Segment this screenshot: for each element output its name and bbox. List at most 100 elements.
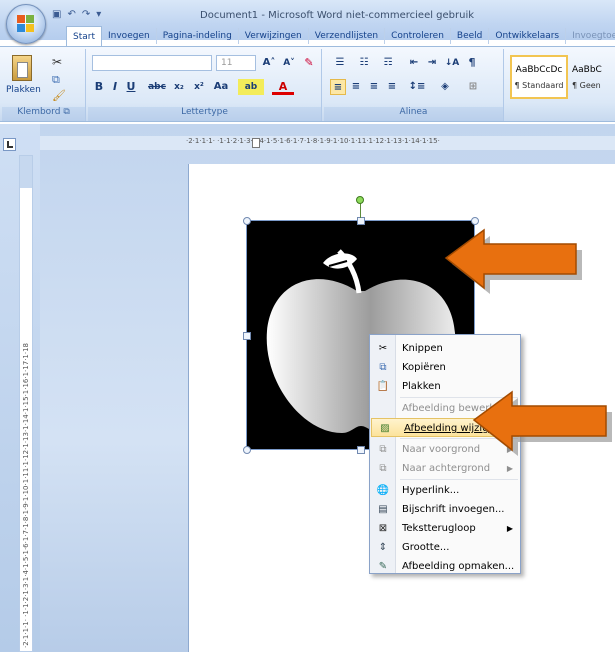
menu-item-knippen[interactable]: ✂ Knippen [370,339,520,358]
submenu-arrow-icon: ▶ [506,464,513,473]
office-button[interactable] [6,4,46,44]
style-geen-preview: AaBbC [572,65,602,75]
customize-qat-icon[interactable]: ▾ [96,9,101,20]
bold-icon[interactable]: B [92,79,106,95]
menu-item-tekstterugloop[interactable]: ⊠ Tekstterugloop ▶ [370,519,520,538]
horizontal-ruler[interactable]: ·2·1·1·1· ·1·1·2·1·3·1·4·1·5·1·6·1·7·1·8… [40,136,615,150]
show-marks-icon[interactable]: ¶ [464,55,480,71]
vertical-ruler[interactable]: ·2·1·1·1· ·1·1·2·1·3·1·4·1·5·1·6·1·7·1·8… [19,155,33,652]
submenu-arrow-icon: ▶ [506,524,513,533]
rotate-handle[interactable] [356,196,364,204]
scissors-icon: ✂ [378,343,388,354]
align-left-icon[interactable]: ≡ [330,79,346,95]
resize-handle-nw[interactable] [243,217,251,225]
highlight-color-icon[interactable]: ab [238,79,264,95]
tab-verzendlijsten[interactable]: Verzendlijsten [309,28,386,44]
menu-item-kopieren[interactable]: ⧉ Kopiëren [370,358,520,377]
vertical-ruler-marks: ·2·1·1·1· ·1·1·2·1·3·1·4·1·5·1·6·1·7·1·8… [22,342,30,648]
style-standaard-preview: AaBbCcDc [515,65,563,75]
font-color-icon[interactable]: A [272,79,294,95]
paste-icon [12,55,32,81]
borders-icon[interactable]: ⊞ [462,79,484,95]
font-name-combo[interactable] [92,55,212,71]
paste-icon: 📋 [376,381,390,392]
format-painter-icon[interactable]: 🖌 [52,89,66,102]
tab-invoegtoepassingen[interactable]: Invoegtoe [566,28,615,44]
menu-item-naar-achtergrond: ⧉ Naar achtergrond ▶ [370,459,520,478]
menu-item-afbeelding-opmaken[interactable]: ✎ Afbeelding opmaken... [370,557,520,576]
styles-group: AaBbCcDc ¶ Standaard AaBbC ¶ Geen [506,49,615,121]
callout-arrow-menu [472,390,612,456]
rotate-stem [360,202,361,218]
increase-indent-icon[interactable]: ⇥ [424,55,440,71]
clear-format-icon[interactable]: ✎ [300,55,318,71]
tab-verwijzingen[interactable]: Verwijzingen [239,28,309,44]
tab-controleren[interactable]: Controleren [385,28,451,44]
redo-icon[interactable]: ↷ [82,9,90,20]
font-group-label: Lettertype [88,107,321,121]
tab-start[interactable]: Start [66,26,102,46]
save-icon[interactable]: ▣ [52,9,61,20]
paragraph-group: ☰ ☷ ☶ ⇤ ⇥ ↓A ¶ ≡ ≡ ≡ ≡ ↕≡ ◈ ⊞ Alinea [324,49,504,121]
style-geen-name: ¶ Geen [572,81,601,90]
resize-handle-sw[interactable] [243,446,251,454]
style-geen-afstand[interactable]: AaBbC ¶ Geen [572,55,615,99]
hyperlink-icon: 🌐 [376,485,390,496]
style-standaard[interactable]: AaBbCcDc ¶ Standaard [510,55,568,99]
font-size-combo[interactable]: 11 [216,55,256,71]
grow-font-icon[interactable]: A˄ [260,55,278,71]
ribbon: Plakken ✂ ⧉ 🖌 Klembord ⧉ 11 A˄ A˅ ✎ B I … [0,46,615,122]
shrink-font-icon[interactable]: A˅ [280,55,298,71]
resize-handle-w[interactable] [243,332,251,340]
tab-invoegen[interactable]: Invoegen [102,28,157,44]
tab-selector-icon[interactable] [3,138,16,151]
multilevel-list-icon[interactable]: ☶ [378,55,398,71]
format-picture-icon: ✎ [378,561,388,572]
align-right-icon[interactable]: ≡ [366,79,382,95]
tab-ontwikkelaars[interactable]: Ontwikkelaars [489,28,567,44]
superscript-icon[interactable]: x² [190,79,208,95]
cut-icon[interactable]: ✂ [52,55,62,69]
align-center-icon[interactable]: ≡ [348,79,364,95]
menu-item-grootte[interactable]: ⇕ Grootte... [370,538,520,557]
dialog-launcher-icon[interactable]: ⧉ [63,107,69,117]
quick-access-toolbar: ▣ ↶ ↷ ▾ [52,6,101,22]
copy-icon[interactable]: ⧉ [52,73,60,87]
justify-icon[interactable]: ≡ [384,79,400,95]
resize-handle-n[interactable] [357,217,365,225]
change-case-icon[interactable]: Aa [210,79,232,95]
callout-arrow-top [444,228,582,294]
strikethrough-icon[interactable]: abc [146,79,168,95]
horizontal-ruler-marks: ·2·1·1·1· ·1·1·2·1·3·1·4·1·5·1·6·1·7·1·8… [186,137,440,145]
clipboard-group: Plakken ✂ ⧉ 🖌 Klembord ⧉ [2,49,86,121]
style-standaard-name: ¶ Standaard [514,81,564,90]
italic-icon[interactable]: I [108,79,122,95]
change-picture-icon: ▨ [380,423,390,434]
menu-item-bijschrift-invoegen[interactable]: ▤ Bijschrift invoegen... [370,500,520,519]
indent-marker-icon[interactable] [252,138,260,148]
tab-beeld[interactable]: Beeld [451,28,490,44]
paste-button[interactable]: Plakken [6,53,41,99]
menu-item-hyperlink[interactable]: 🌐 Hyperlink... [370,481,520,500]
line-spacing-icon[interactable]: ↕≡ [406,79,428,95]
sort-icon[interactable]: ↓A [444,55,460,71]
underline-icon[interactable]: U [124,79,138,95]
clipboard-group-label: Klembord ⧉ [2,107,85,121]
shading-icon[interactable]: ◈ [434,79,456,95]
resize-handle-ne[interactable] [471,217,479,225]
decrease-indent-icon[interactable]: ⇤ [406,55,422,71]
numbering-icon[interactable]: ☷ [354,55,374,71]
bring-forward-icon: ⧉ [379,444,387,455]
font-group: 11 A˄ A˅ ✎ B I U abc x₂ x² Aa ab A Lette… [88,49,322,121]
send-backward-icon: ⧉ [379,463,387,474]
ribbon-tabs: Start Invoegen Pagina-indeling Verwijzin… [66,26,615,46]
resize-handle-s[interactable] [357,446,365,454]
size-icon: ⇕ [378,542,388,553]
copy-icon: ⧉ [379,362,387,373]
subscript-icon[interactable]: x₂ [170,79,188,95]
paste-label: Plakken [6,85,41,95]
undo-icon[interactable]: ↶ [67,9,75,20]
tab-pagina-indeling[interactable]: Pagina-indeling [157,28,239,44]
paragraph-group-label: Alinea [324,107,503,121]
bullets-icon[interactable]: ☰ [330,55,350,71]
